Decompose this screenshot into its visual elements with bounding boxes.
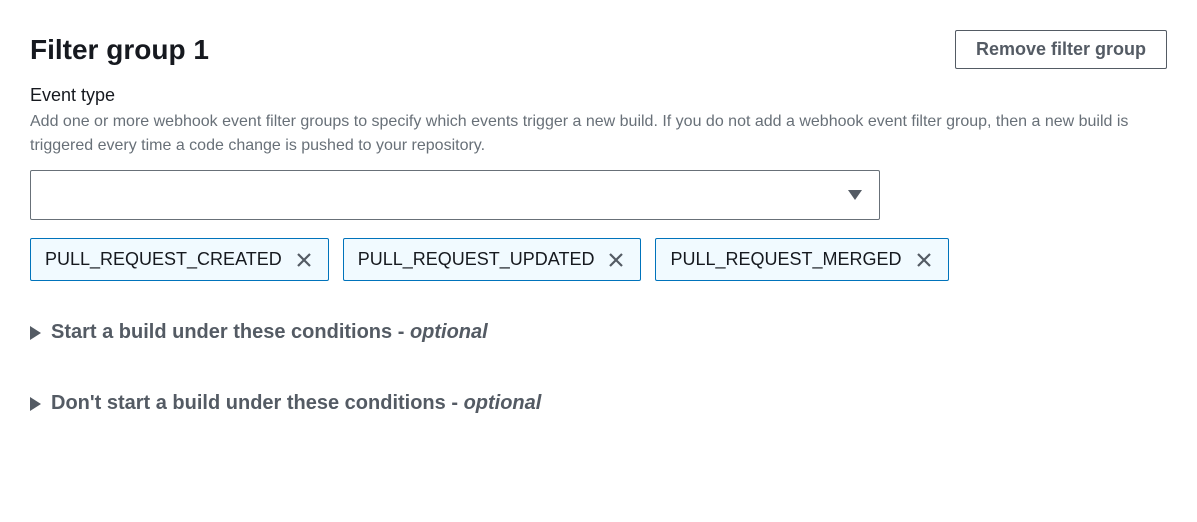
dont-start-build-conditions-label: Don't start a build under these conditio… xyxy=(51,392,541,415)
event-type-select[interactable] xyxy=(30,170,880,220)
dont-start-build-conditions-expander[interactable]: Don't start a build under these conditio… xyxy=(30,392,1167,415)
event-type-label: Event type xyxy=(30,85,1167,106)
triangle-right-icon xyxy=(30,397,41,411)
event-type-chips: PULL_REQUEST_CREATED PULL_REQUEST_UPDATE… xyxy=(30,238,1167,281)
event-type-section: Event type Add one or more webhook event… xyxy=(30,85,1167,281)
filter-group-title: Filter group 1 xyxy=(30,34,209,66)
chip-pull-request-merged: PULL_REQUEST_MERGED xyxy=(655,238,948,281)
start-build-conditions-expander[interactable]: Start a build under these conditions - o… xyxy=(30,321,1167,344)
chip-pull-request-updated: PULL_REQUEST_UPDATED xyxy=(343,238,642,281)
close-icon[interactable] xyxy=(294,250,314,270)
start-build-conditions-label: Start a build under these conditions - o… xyxy=(51,321,488,344)
chip-pull-request-created: PULL_REQUEST_CREATED xyxy=(30,238,329,281)
close-icon[interactable] xyxy=(606,250,626,270)
chip-label: PULL_REQUEST_MERGED xyxy=(670,249,901,270)
triangle-right-icon xyxy=(30,326,41,340)
remove-filter-group-button[interactable]: Remove filter group xyxy=(955,30,1167,69)
event-type-description: Add one or more webhook event filter gro… xyxy=(30,110,1167,158)
chip-label: PULL_REQUEST_UPDATED xyxy=(358,249,595,270)
close-icon[interactable] xyxy=(914,250,934,270)
chip-label: PULL_REQUEST_CREATED xyxy=(45,249,282,270)
